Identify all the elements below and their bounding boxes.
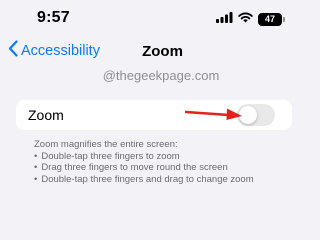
zoom-description: Zoom magnifies the entire screen: Double…	[34, 139, 254, 185]
watermark: @thegeekpage.com	[102, 68, 220, 83]
status-time: 9:57	[37, 9, 70, 26]
wifi-icon	[238, 10, 253, 28]
list-item: Double-tap three fingers to zoom	[34, 151, 254, 163]
battery-icon: 47	[258, 12, 285, 26]
zoom-gesture-list: Double-tap three fingers to zoom Drag th…	[34, 151, 254, 186]
zoom-settings-group: Zoom	[16, 100, 292, 130]
navigation-bar: Accessibility Zoom	[0, 34, 300, 70]
page-title: Zoom	[142, 43, 183, 60]
list-item: Drag three fingers to move round the scr…	[34, 162, 254, 174]
battery-level: 47	[264, 14, 275, 24]
status-icons: 47	[216, 10, 285, 28]
zoom-label: Zoom	[28, 107, 64, 123]
zoom-description-heading: Zoom magnifies the entire screen:	[34, 139, 178, 150]
signal-icon	[216, 10, 233, 28]
annotation-arrow-icon	[184, 106, 243, 125]
status-bar: 9:57 47	[0, 0, 300, 34]
list-item: Double-tap three fingers and drag to cha…	[34, 174, 253, 186]
